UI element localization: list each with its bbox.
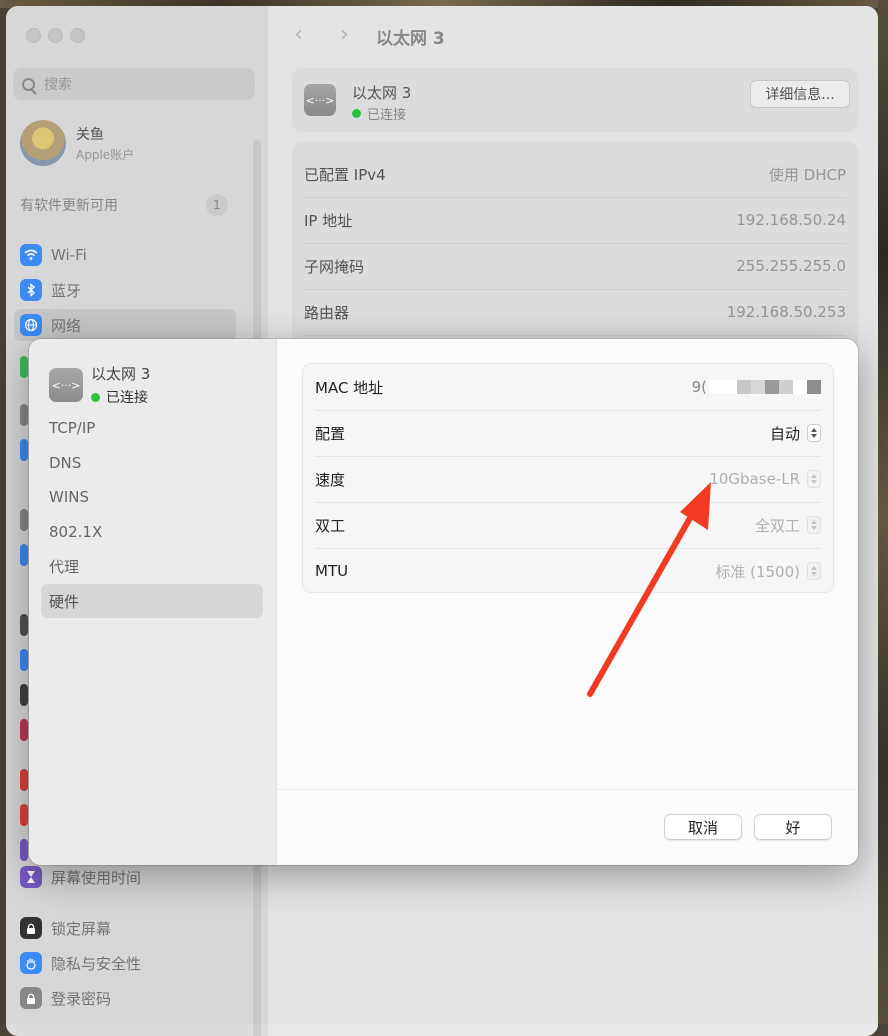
- tab-hardware[interactable]: 硬件: [41, 584, 263, 618]
- mtu-label: MTU: [315, 562, 349, 580]
- status-label: 已连接: [106, 390, 148, 406]
- duplex-value: 全双工: [754, 516, 800, 535]
- configure-value: 自动: [769, 424, 800, 443]
- redaction-mosaic: [709, 380, 821, 394]
- duplex-popup[interactable]: 全双工: [755, 515, 821, 536]
- mac-address-label: MAC 地址: [315, 378, 384, 397]
- cancel-button[interactable]: 取消: [664, 814, 742, 840]
- dialog-interface-header: <···> 以太网 3 已连接: [49, 363, 150, 407]
- hardware-pane: MAC 地址 9( 配置 自动 速度 10Gbase-LR 双工 全双工 MTU…: [277, 339, 858, 865]
- mac-address-value: 9(: [692, 378, 821, 396]
- dialog-footer-divider: [277, 789, 858, 790]
- configure-label: 配置: [315, 424, 346, 443]
- speed-value: 10Gbase-LR: [709, 470, 800, 488]
- dialog-interface-name: 以太网 3: [91, 365, 151, 383]
- status-dot-icon: [91, 392, 100, 402]
- configure-row: 配置 自动: [315, 410, 821, 457]
- dialog-sidebar: <···> 以太网 3 已连接 TCP/IP DNS WINS 802.1X 代…: [29, 339, 277, 865]
- mtu-row: MTU 标准 (1500): [315, 548, 821, 594]
- mac-address-partial: 9(: [691, 378, 707, 396]
- popup-chevron-icon: [807, 516, 821, 534]
- tab-8021x[interactable]: 802.1X: [41, 515, 263, 549]
- duplex-label: 双工: [315, 516, 346, 535]
- ok-button[interactable]: 好: [754, 814, 832, 840]
- duplex-row: 双工 全双工: [315, 502, 821, 549]
- hardware-settings-dialog: <···> 以太网 3 已连接 TCP/IP DNS WINS 802.1X 代…: [29, 339, 858, 865]
- hardware-settings-card: MAC 地址 9( 配置 自动 速度 10Gbase-LR 双工 全双工 MTU…: [302, 363, 834, 593]
- ethernet-icon: <···>: [49, 368, 83, 402]
- speed-label: 速度: [315, 470, 346, 489]
- mac-address-row: MAC 地址 9(: [315, 364, 821, 411]
- popup-chevron-icon: [807, 424, 821, 442]
- dialog-interface-status: 已连接: [91, 387, 150, 407]
- popup-chevron-icon: [807, 470, 821, 488]
- speed-popup[interactable]: 10Gbase-LR: [709, 470, 821, 488]
- mtu-value: 标准 (1500): [715, 562, 800, 581]
- tab-tcpip[interactable]: TCP/IP: [41, 411, 263, 445]
- speed-row: 速度 10Gbase-LR: [315, 456, 821, 503]
- tab-wins[interactable]: WINS: [41, 480, 263, 514]
- tab-dns[interactable]: DNS: [41, 446, 263, 480]
- mtu-popup[interactable]: 标准 (1500): [715, 561, 821, 582]
- tab-proxy[interactable]: 代理: [41, 549, 263, 583]
- configure-popup[interactable]: 自动: [770, 423, 821, 444]
- popup-chevron-icon: [807, 562, 821, 580]
